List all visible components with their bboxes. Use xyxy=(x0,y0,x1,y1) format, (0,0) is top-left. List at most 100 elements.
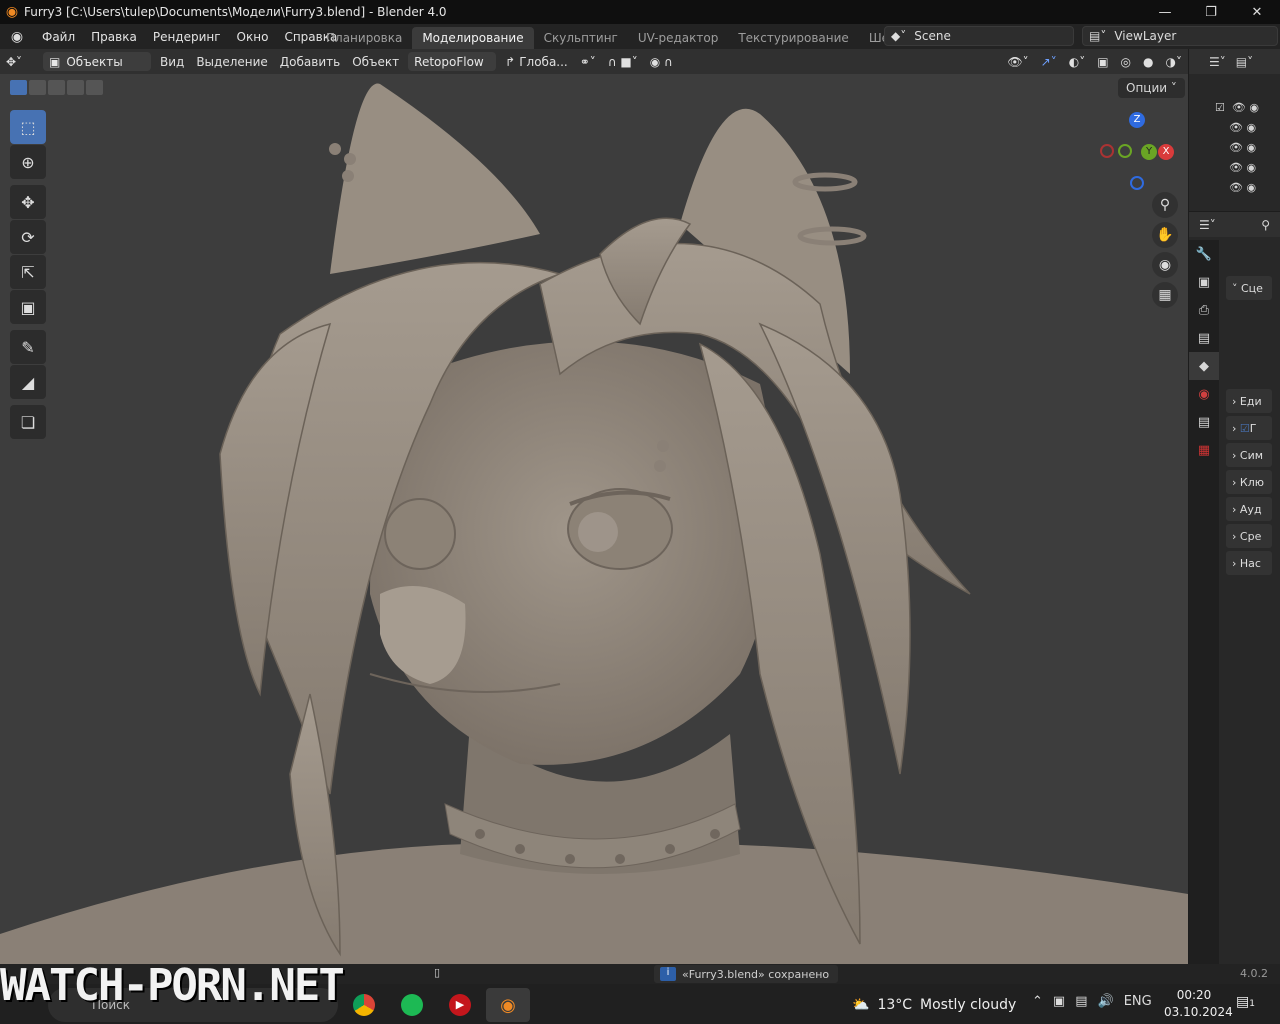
ortho-grid-icon[interactable]: ▦ xyxy=(1152,282,1178,308)
add-cube-tool-icon[interactable]: ❏ xyxy=(10,405,46,439)
menu-edit[interactable]: Правка xyxy=(83,30,145,44)
select-extend-icon[interactable] xyxy=(29,80,46,95)
select-subtract-icon[interactable] xyxy=(48,80,65,95)
tray-app-icon[interactable]: ▣ xyxy=(1053,994,1065,1009)
outliner-row[interactable]: 👁 ◉ xyxy=(1215,178,1259,198)
panel-gravity[interactable]: › ☑ Г xyxy=(1226,416,1272,440)
proportional-edit-icon[interactable]: ◉ ∩ xyxy=(644,52,679,71)
view-layer-tab-icon[interactable]: ▤ xyxy=(1189,324,1219,352)
panel-units[interactable]: › Еди xyxy=(1226,389,1272,413)
panel-rigid-body[interactable]: › Сре xyxy=(1226,524,1272,548)
menu-render[interactable]: Рендеринг xyxy=(145,30,229,44)
spotify-icon[interactable] xyxy=(390,988,434,1022)
select-intersect-icon[interactable] xyxy=(86,80,103,95)
outliner-row[interactable]: ☑ 👁 ◉ xyxy=(1215,98,1259,118)
mode-selector[interactable]: ▣ Объекты xyxy=(43,52,151,71)
minimize-button[interactable]: — xyxy=(1142,0,1188,24)
gizmo-neg-x[interactable] xyxy=(1100,144,1114,158)
properties-type-icon[interactable]: ☰˅ xyxy=(1199,218,1216,232)
tab-modeling[interactable]: Моделирование xyxy=(412,27,534,49)
texture-tab-icon[interactable]: ▦ xyxy=(1189,436,1219,464)
pan-hand-icon[interactable]: ✋ xyxy=(1152,222,1178,248)
panel-label: Ауд xyxy=(1239,502,1262,516)
media-player-icon[interactable]: ▶ xyxy=(438,988,482,1022)
render-tab-icon[interactable]: ▣ xyxy=(1189,268,1219,296)
editor-type-icon[interactable]: ✥˅ xyxy=(0,52,40,71)
scene-tab-icon[interactable]: ◆ xyxy=(1189,352,1219,380)
overlay-icon[interactable]: ◐˅ xyxy=(1063,52,1091,71)
weather-widget[interactable]: ⛅ 13°C Mostly cloudy xyxy=(852,990,1016,1020)
clock[interactable]: 00:20 03.10.2024 xyxy=(1164,987,1233,1021)
volume-icon[interactable]: 🔊 xyxy=(1098,994,1114,1009)
blender-taskbar-icon[interactable]: ◉ xyxy=(486,988,530,1022)
output-tab-icon[interactable]: ⎙ xyxy=(1189,296,1219,324)
gizmo-x[interactable]: X xyxy=(1158,144,1174,160)
select-new-icon[interactable] xyxy=(10,80,27,95)
3d-viewport[interactable]: ⬚ ⊕ ✥ ⟳ ⇱ ▣ ✎ ◢ ❏ Опции ˅ Z Y X ⚲ ✋ ◉ ▦ xyxy=(0,74,1188,964)
panel-simulation[interactable]: › Сим xyxy=(1226,443,1272,467)
panel-custom-props[interactable]: › Нас xyxy=(1226,551,1272,575)
chrome-icon[interactable] xyxy=(342,988,386,1022)
panel-keying[interactable]: › Клю xyxy=(1226,470,1272,494)
options-dropdown[interactable]: Опции ˅ xyxy=(1118,78,1185,98)
rotate-tool-icon[interactable]: ⟳ xyxy=(10,220,46,254)
language-indicator[interactable]: ENG xyxy=(1124,994,1152,1009)
menu-view[interactable]: Вид xyxy=(154,52,190,71)
navigation-gizmo[interactable]: Z Y X xyxy=(1098,110,1178,190)
measure-tool-icon[interactable]: ◢ xyxy=(10,365,46,399)
zoom-icon[interactable]: ⚲ xyxy=(1152,192,1178,218)
close-button[interactable]: ✕ xyxy=(1234,0,1280,24)
xray-icon[interactable]: ▣ xyxy=(1091,52,1114,71)
panel-audio[interactable]: › Ауд xyxy=(1226,497,1272,521)
transform-tool-icon[interactable]: ▣ xyxy=(10,290,46,324)
blender-menu-icon[interactable]: ◉ xyxy=(0,29,34,45)
menu-select[interactable]: Выделение xyxy=(190,52,273,71)
visibility-icon[interactable]: 👁˅ xyxy=(1001,52,1034,71)
gizmo-neg-y[interactable] xyxy=(1118,144,1132,158)
menu-window[interactable]: Окно xyxy=(229,30,277,44)
move-tool-icon[interactable]: ✥ xyxy=(10,185,46,219)
select-box-tool-icon[interactable]: ⬚ xyxy=(10,110,46,144)
outliner-row[interactable]: 👁 ◉ xyxy=(1215,118,1259,138)
gizmo-toggle-icon[interactable]: ↗˅ xyxy=(1035,52,1063,71)
tab-layout[interactable]: Планировка xyxy=(316,27,412,49)
pivot-icon[interactable]: ⚭˅ xyxy=(574,52,602,71)
tab-uv-editing[interactable]: UV-редактор xyxy=(628,27,728,49)
outliner-row[interactable]: 👁 ◉ xyxy=(1215,158,1259,178)
gizmo-neg-z[interactable] xyxy=(1130,176,1144,190)
view-layer-selector[interactable]: ▤˅ ViewLayer xyxy=(1082,26,1278,46)
outliner-type-icon[interactable]: ☰˅ xyxy=(1209,55,1226,69)
collection-tab-icon[interactable]: ▤ xyxy=(1189,408,1219,436)
panel-scene[interactable]: ˅ Сце xyxy=(1226,276,1272,300)
menu-object[interactable]: Объект xyxy=(346,52,405,71)
tab-sculpting[interactable]: Скульптинг xyxy=(534,27,628,49)
outliner-row[interactable]: 👁 ◉ xyxy=(1215,138,1259,158)
tab-texture-paint[interactable]: Текстурирование xyxy=(728,27,858,49)
tool-tab-icon[interactable]: 🔧 xyxy=(1189,240,1219,268)
menu-file[interactable]: Файл xyxy=(34,30,83,44)
annotate-tool-icon[interactable]: ✎ xyxy=(10,330,46,364)
wireframe-shading-icon[interactable]: ◎ xyxy=(1115,52,1137,71)
outliner-rows: ☑ 👁 ◉ 👁 ◉ 👁 ◉ 👁 ◉ 👁 ◉ xyxy=(1215,98,1259,198)
gizmo-z[interactable]: Z xyxy=(1129,112,1145,128)
material-shading-icon[interactable]: ◑˅ xyxy=(1160,52,1188,71)
gizmo-y[interactable]: Y xyxy=(1141,144,1157,160)
transform-orientation[interactable]: ↱ Глоба... xyxy=(499,52,574,71)
scale-tool-icon[interactable]: ⇱ xyxy=(10,255,46,289)
gravity-checkbox-icon[interactable]: ☑ xyxy=(1240,422,1250,435)
retopoflow-menu[interactable]: RetopoFlow xyxy=(408,52,497,71)
world-tab-icon[interactable]: ◉ xyxy=(1189,380,1219,408)
maximize-button[interactable]: ❐ xyxy=(1188,0,1234,24)
snap-icon[interactable]: ∩ ■˅ xyxy=(602,52,644,71)
select-invert-icon[interactable] xyxy=(67,80,84,95)
notifications-icon[interactable]: ▤1 xyxy=(1236,994,1255,1010)
menu-add[interactable]: Добавить xyxy=(274,52,346,71)
solid-shading-icon[interactable]: ● xyxy=(1137,52,1159,71)
tray-expand-icon[interactable]: ⌃ xyxy=(1032,994,1043,1009)
cursor-tool-icon[interactable]: ⊕ xyxy=(10,145,46,179)
scene-selector[interactable]: ◆˅ Scene xyxy=(884,26,1074,46)
outliner-filter-icon[interactable]: ▤˅ xyxy=(1236,55,1253,69)
network-icon[interactable]: ▤ xyxy=(1075,994,1087,1009)
camera-view-icon[interactable]: ◉ xyxy=(1152,252,1178,278)
properties-search-icon[interactable]: ⚲ xyxy=(1261,218,1270,232)
